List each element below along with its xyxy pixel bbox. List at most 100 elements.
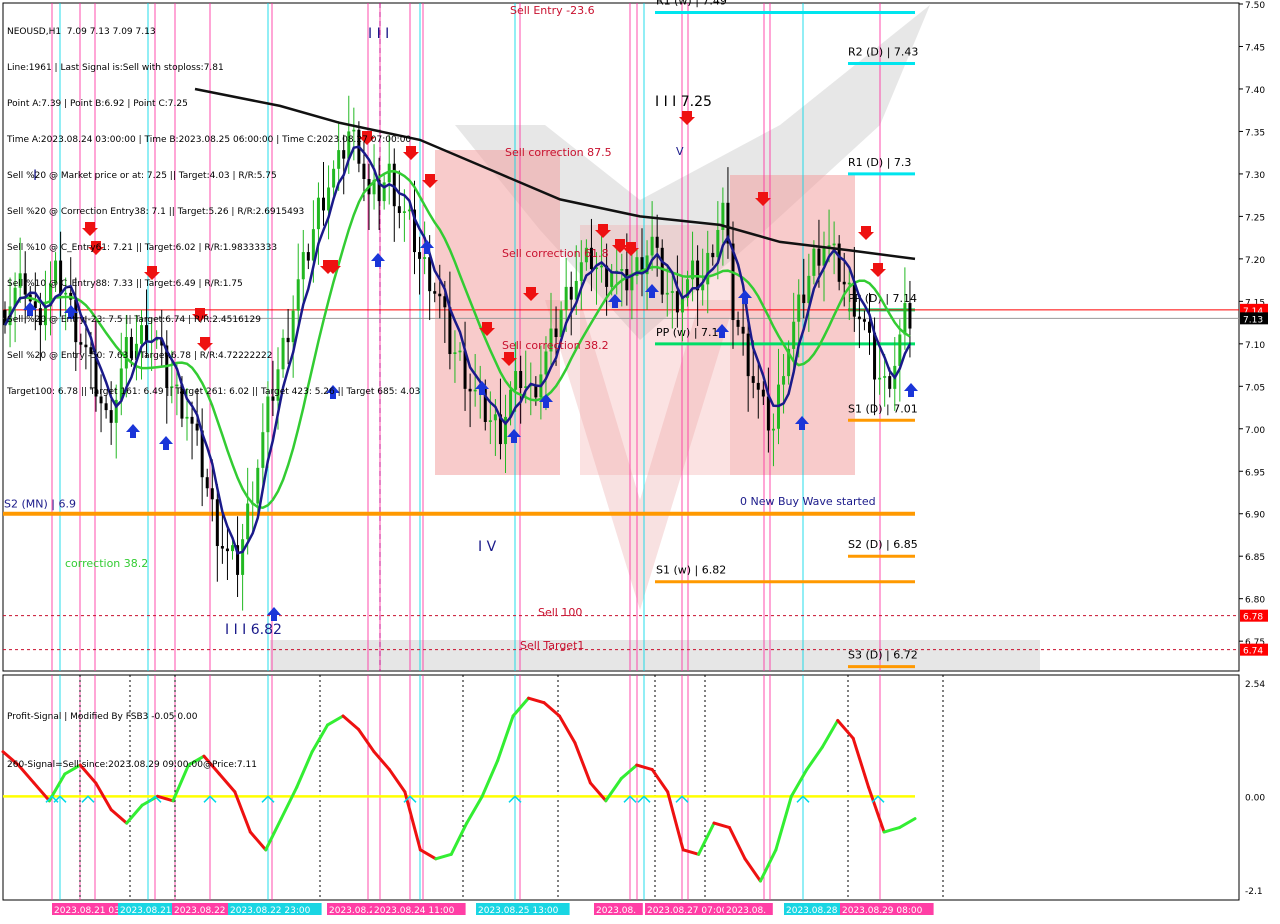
chart-annotation: I I I 7.25 bbox=[655, 94, 712, 110]
chart-annotation: I I I 6.82 bbox=[225, 622, 282, 638]
candle-body bbox=[812, 248, 816, 276]
y-axis-label: 7.00 bbox=[1245, 426, 1265, 436]
pivot-level-label: S1 (D) | 7.01 bbox=[848, 402, 918, 415]
candle-body bbox=[625, 269, 629, 291]
time-axis-label: 2023.08.29 08:00 bbox=[842, 906, 923, 916]
candle-body bbox=[842, 281, 846, 285]
candle-body bbox=[716, 229, 720, 258]
candle-body bbox=[751, 376, 755, 383]
candle-body bbox=[782, 376, 786, 385]
pivot-level-label: R1 (D) | 7.3 bbox=[848, 156, 911, 169]
info-line: Sell %20 @ Entry -23: 7.5 || Target:6.74… bbox=[7, 315, 261, 325]
candle-body bbox=[898, 334, 902, 366]
candle-body bbox=[225, 548, 229, 552]
candle-body bbox=[903, 303, 907, 335]
y-axis-label: 7.40 bbox=[1245, 86, 1265, 96]
candle-body bbox=[620, 269, 624, 271]
info-line: Sell %20 @ Market price or at: 7.25 || T… bbox=[7, 171, 277, 181]
oscillator-y-label: 2.54 bbox=[1245, 680, 1265, 690]
candle-body bbox=[488, 420, 492, 422]
chart-annotation: Sell correction 38.2 bbox=[502, 339, 609, 352]
chart-annotation: V bbox=[676, 145, 684, 158]
candle-body bbox=[878, 377, 882, 380]
oscillator-title: Profit-Signal | Modified By FSB3 -0.05 0… bbox=[7, 712, 198, 722]
chart-annotation: 0 New Buy Wave started bbox=[740, 495, 876, 508]
oscillator-y-label: -2.1 bbox=[1245, 887, 1263, 897]
info-line: Line:1961 | Last Signal is:Sell with sto… bbox=[7, 63, 224, 73]
candle-body bbox=[241, 539, 245, 575]
candle-body bbox=[802, 294, 806, 304]
y-axis-label: 7.45 bbox=[1245, 43, 1265, 53]
candle-body bbox=[493, 414, 497, 421]
chart-annotation: correction 38.2 bbox=[65, 557, 148, 570]
candle-body bbox=[771, 428, 775, 431]
chart-annotation: Sell correction 87.5 bbox=[505, 146, 612, 159]
time-axis-label: 2023.08.25 13:00 bbox=[478, 906, 559, 916]
candle-body bbox=[817, 248, 821, 266]
y-axis-label: 6.85 bbox=[1245, 553, 1265, 563]
candle-body bbox=[423, 257, 427, 259]
chart-annotation: I V bbox=[478, 539, 497, 555]
oscillator-info-panel: Profit-Signal | Modified By FSB3 -0.05 0… bbox=[7, 677, 257, 805]
y-axis-label: 7.30 bbox=[1245, 171, 1265, 181]
candle-body bbox=[862, 319, 866, 322]
pivot-level-label: S1 (w) | 6.82 bbox=[656, 564, 726, 577]
signal-info-panel: NEOUSD,H1 7.09 7.13 7.09 7.13 Line:1961 … bbox=[7, 2, 420, 422]
chart-annotation: Sell 100 bbox=[538, 606, 582, 619]
watermark-text-band bbox=[270, 640, 1040, 670]
chart-window: S2 (MN) | 6.9 R2 (D) | 7.43 R1 (D) | 7.3 PP… bbox=[0, 0, 1280, 920]
y-axis-label: 7.10 bbox=[1245, 341, 1265, 351]
candle-body bbox=[468, 388, 472, 392]
info-line: Sell %20 @ Correction Entry38: 7.1 || Ta… bbox=[7, 207, 305, 217]
pivot-level-label: R2 (D) | 7.43 bbox=[848, 45, 918, 58]
candle-body bbox=[908, 303, 912, 329]
time-axis-label: 2023.08. bbox=[596, 906, 636, 916]
candle-body bbox=[210, 488, 214, 500]
candle-body bbox=[569, 286, 573, 300]
candle-body bbox=[195, 423, 199, 431]
info-line: Target100: 6.78 || Target 161: 6.49 || T… bbox=[7, 387, 421, 397]
price-tag-label: 7.13 bbox=[1243, 315, 1263, 325]
candle-body bbox=[883, 376, 887, 378]
y-axis-label: 7.20 bbox=[1245, 256, 1265, 266]
candle-body bbox=[215, 499, 219, 547]
candle-body bbox=[514, 371, 518, 390]
sell-zone bbox=[435, 150, 560, 475]
symbol-line: NEOUSD,H1 7.09 7.13 7.09 7.13 bbox=[7, 27, 156, 37]
candle-body bbox=[428, 257, 432, 292]
candle-body bbox=[756, 382, 760, 390]
y-axis-label: 6.95 bbox=[1245, 468, 1265, 478]
candle-body bbox=[766, 396, 770, 431]
candle-body bbox=[746, 333, 750, 377]
time-axis-label: 2023.08.21 bbox=[120, 906, 172, 916]
pivot-level-label: PP (w) | 7.1 bbox=[656, 326, 719, 339]
y-axis-label: 6.90 bbox=[1245, 511, 1265, 521]
candle-body bbox=[246, 503, 250, 540]
candle-body bbox=[741, 326, 745, 334]
time-axis-label: 2023.08.27 07:00 bbox=[647, 906, 728, 916]
chart-annotation: Sell Target1 bbox=[520, 639, 584, 652]
candle-body bbox=[473, 389, 477, 392]
oscillator-y-label: 0.00 bbox=[1245, 793, 1265, 803]
candle-body bbox=[736, 320, 740, 327]
candle-body bbox=[797, 294, 801, 322]
candle-body bbox=[458, 350, 462, 353]
candle-body bbox=[650, 236, 654, 256]
candle-body bbox=[706, 252, 710, 285]
candle-body bbox=[792, 321, 796, 349]
time-axis-label: 2023.08.24 11:00 bbox=[374, 906, 455, 916]
candle-body bbox=[832, 243, 836, 246]
y-axis-label: 7.05 bbox=[1245, 383, 1265, 393]
time-axis-label: 2023.08. bbox=[726, 906, 766, 916]
candle-body bbox=[807, 275, 811, 304]
candle-body bbox=[630, 275, 634, 291]
candle-body bbox=[433, 291, 437, 294]
y-axis-label: 7.50 bbox=[1245, 1, 1265, 11]
candle-body bbox=[231, 545, 234, 552]
candle-body bbox=[256, 467, 260, 504]
candle-body bbox=[544, 351, 548, 375]
candle-body bbox=[711, 252, 715, 258]
candle-body bbox=[579, 262, 583, 281]
pivot-level-label: S2 (MN) | 6.9 bbox=[4, 498, 76, 511]
candle-body bbox=[665, 292, 669, 295]
